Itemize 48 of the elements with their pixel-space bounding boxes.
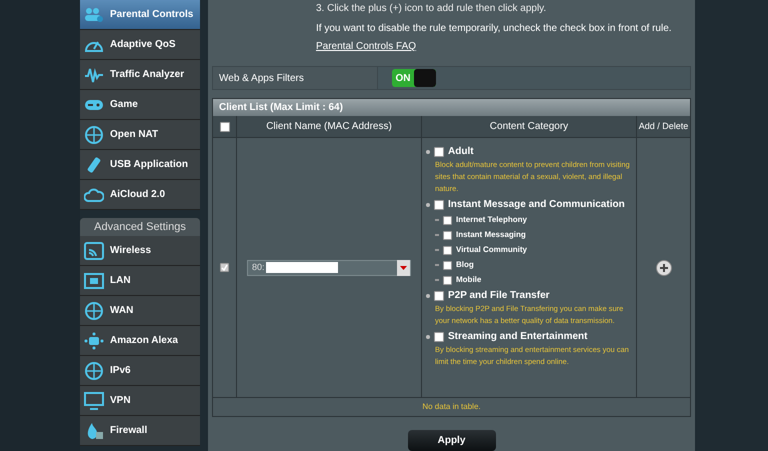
people-icon bbox=[84, 6, 104, 24]
subcategory-label: Mobile bbox=[456, 274, 482, 286]
subcategory-label: Internet Telephony bbox=[456, 214, 527, 226]
checkbox[interactable] bbox=[443, 230, 452, 240]
category-label: Streaming and Entertainment bbox=[448, 330, 588, 344]
checkbox[interactable] bbox=[434, 200, 444, 210]
sidebar-item[interactable]: AiCloud 2.0 bbox=[80, 180, 200, 210]
sidebar-item[interactable]: Open NAT bbox=[80, 120, 200, 150]
category-label: P2P and File Transfer bbox=[448, 289, 550, 303]
globe-icon bbox=[84, 302, 104, 320]
globe-icon bbox=[84, 126, 104, 144]
checkbox[interactable] bbox=[443, 246, 452, 254]
checkbox[interactable] bbox=[434, 290, 444, 300]
category-label: Adult bbox=[448, 145, 474, 159]
faq-link[interactable]: Parental Controls FAQ bbox=[316, 39, 691, 54]
table-title: Client List (Max Limit : 64) bbox=[213, 99, 690, 116]
checkbox[interactable] bbox=[443, 260, 452, 270]
checkbox[interactable] bbox=[434, 146, 444, 156]
client-select[interactable]: 80: bbox=[247, 260, 411, 276]
cloud-icon bbox=[84, 186, 104, 204]
checkmark-icon bbox=[221, 264, 228, 271]
checkbox[interactable] bbox=[220, 122, 230, 132]
add-icon[interactable] bbox=[656, 260, 672, 276]
globe-icon bbox=[84, 362, 104, 380]
category-label: Instant Message and Communication bbox=[448, 198, 625, 212]
apply-button[interactable]: Apply bbox=[408, 430, 496, 451]
monitor-icon bbox=[84, 392, 104, 410]
checkbox[interactable] bbox=[434, 332, 444, 342]
sidebar-item[interactable]: USB Application bbox=[80, 150, 200, 180]
sidebar-item[interactable]: Adaptive QoS bbox=[80, 30, 200, 60]
subcategory-label: Instant Messaging bbox=[456, 229, 526, 241]
sidebar-item[interactable]: Game bbox=[80, 90, 200, 120]
section-header: Advanced Settings bbox=[80, 218, 200, 236]
wifi-icon bbox=[84, 242, 104, 260]
sidebar-item[interactable]: Traffic Analyzer bbox=[80, 60, 200, 90]
subcategory-label: Blog bbox=[456, 259, 474, 271]
waveform-icon bbox=[84, 66, 104, 84]
device-icon bbox=[84, 332, 104, 350]
subcategory-label: Virtual Community bbox=[456, 244, 527, 256]
setting-label: Web & Apps Filters bbox=[213, 67, 378, 89]
instruction-text: 3. Click the plus (+) icon to add rule then click apply. bbox=[316, 2, 548, 16]
checkbox[interactable] bbox=[443, 216, 452, 224]
instruction-text: If you want to disable the rule temporarily, uncheck the check box in front of rule. bbox=[316, 22, 673, 36]
checkbox[interactable] bbox=[220, 263, 229, 272]
column-header: Add / Delete bbox=[638, 120, 690, 133]
sidebar-item[interactable]: Parental Controls bbox=[80, 0, 200, 30]
lan-port-icon bbox=[84, 272, 104, 290]
checkbox[interactable] bbox=[443, 276, 452, 284]
